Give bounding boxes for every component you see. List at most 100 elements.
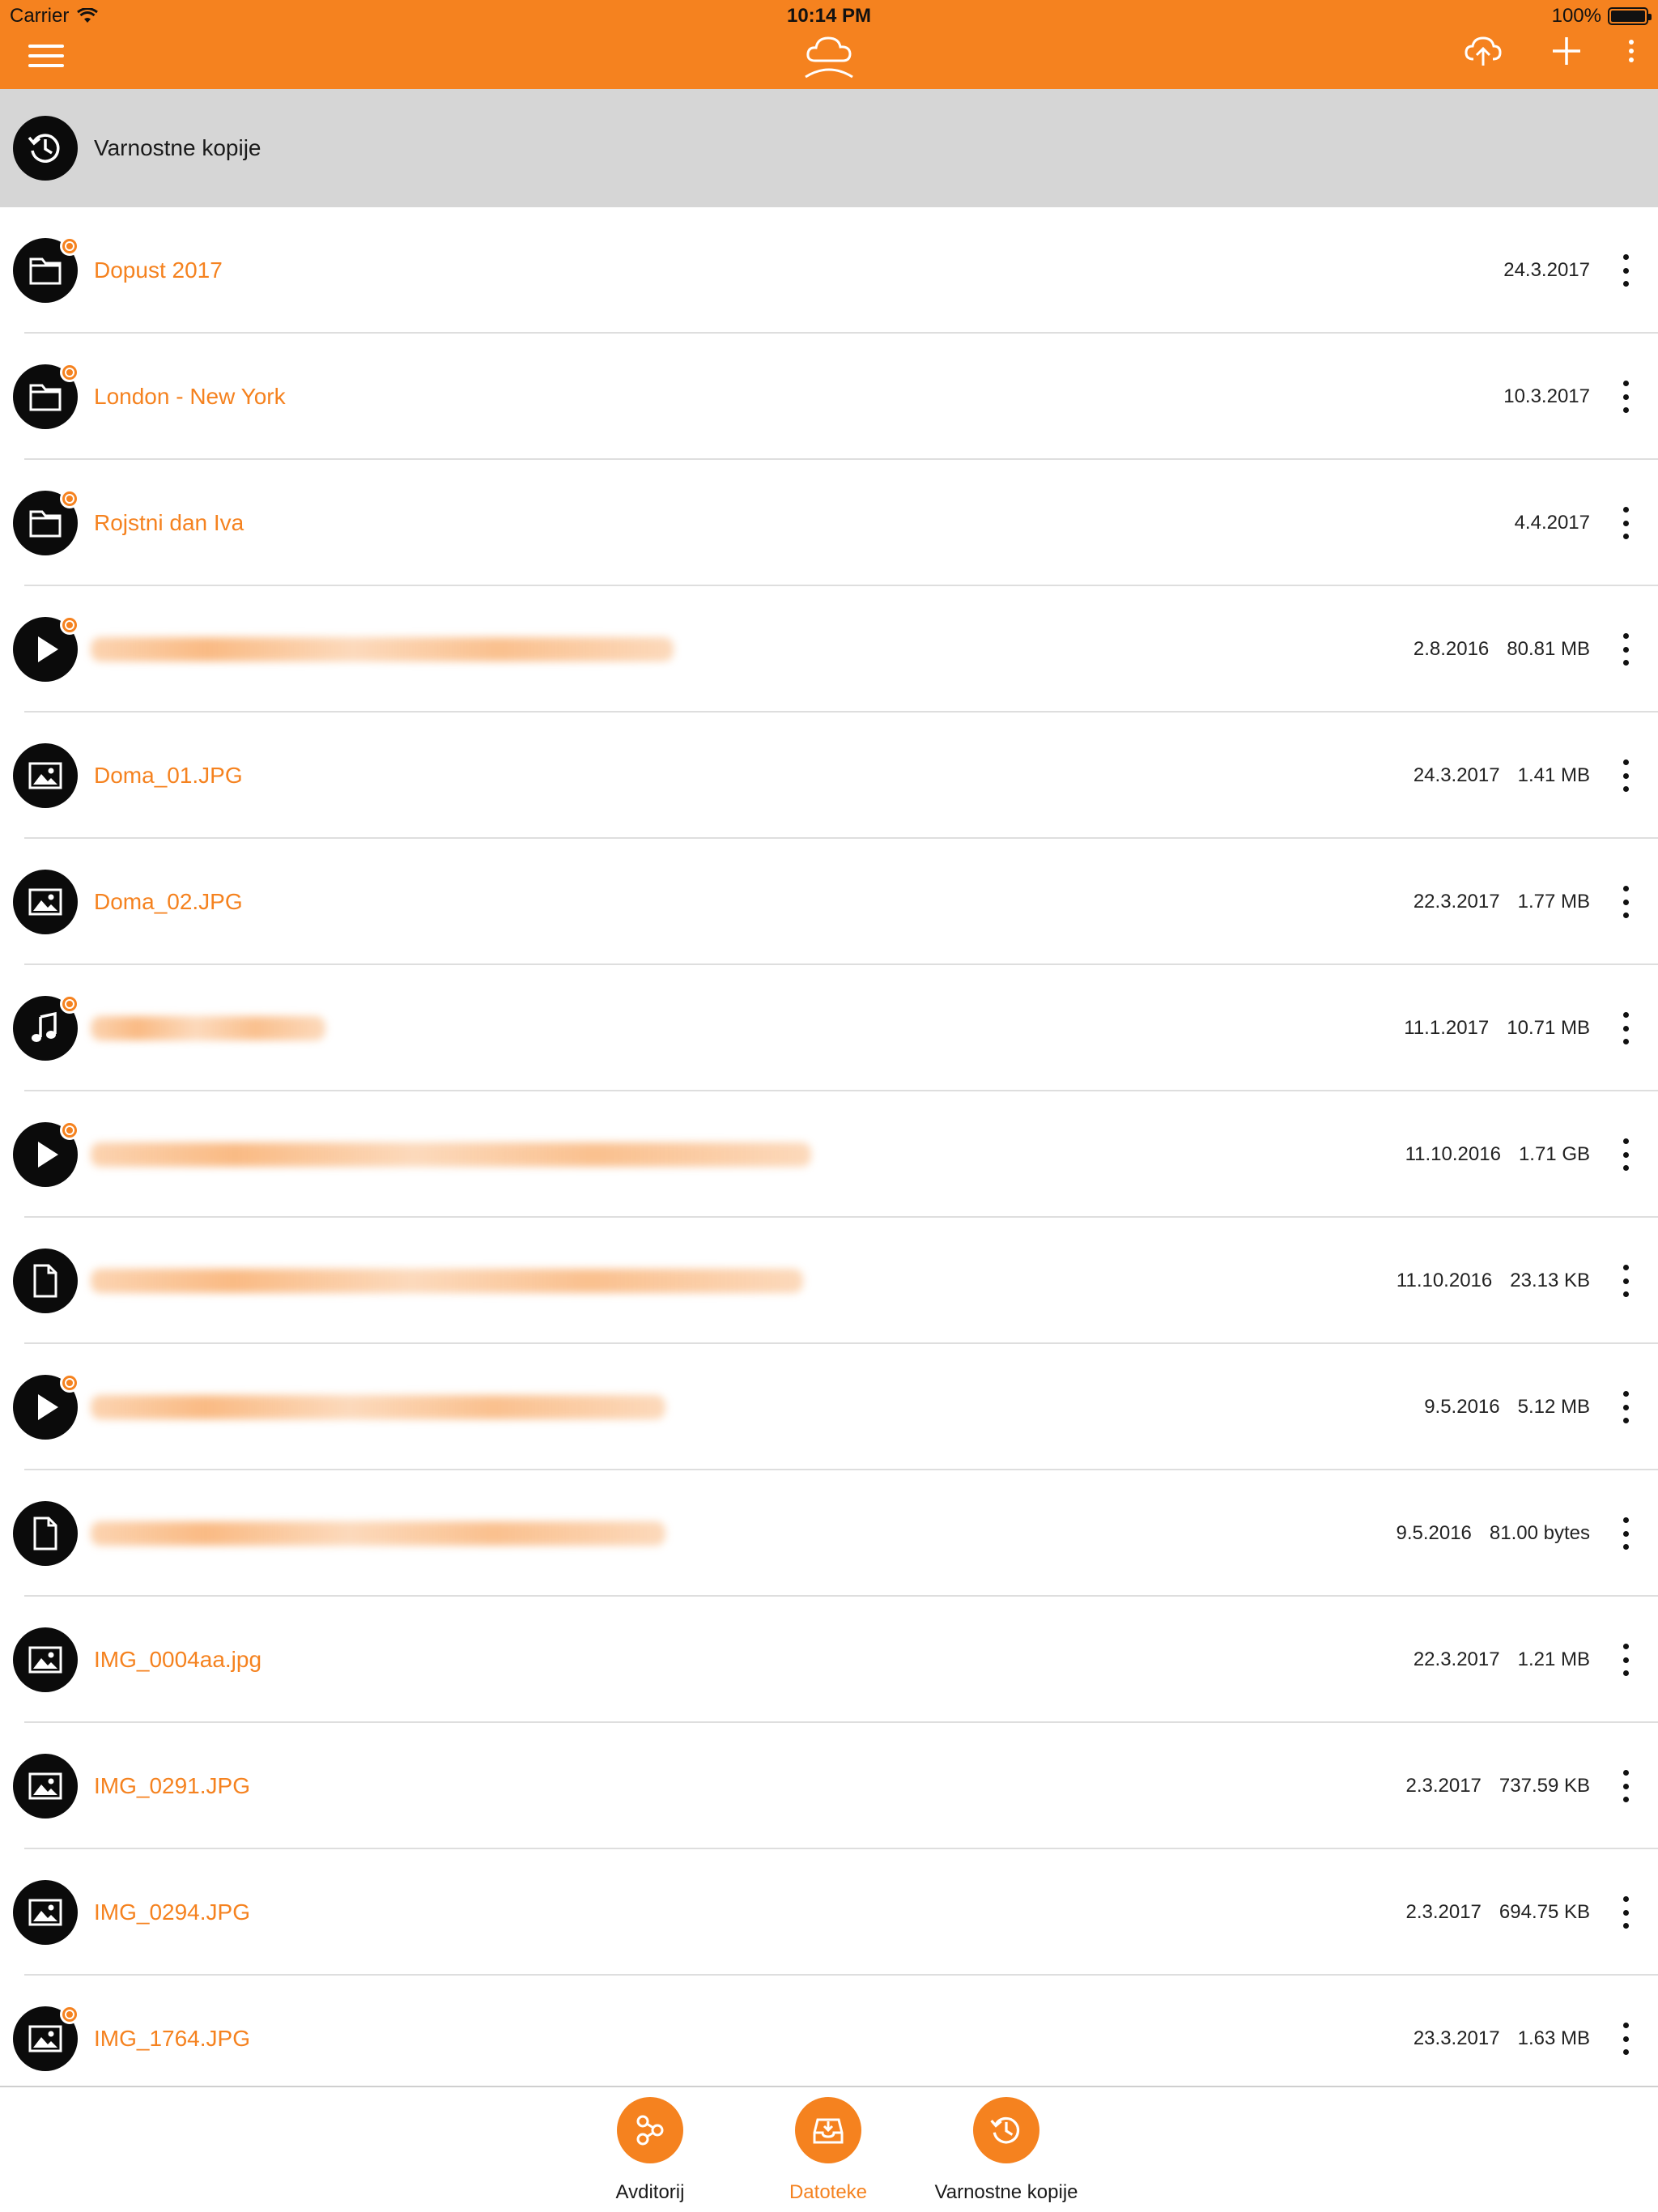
dot bbox=[1622, 2023, 1629, 2028]
dot bbox=[1622, 1418, 1629, 1423]
profile-cloud-button[interactable] bbox=[797, 31, 861, 81]
file-row[interactable]: IMG_0291.JPG 2.3.2017 737.59 KB bbox=[0, 1723, 1658, 1849]
file-more-options-icon[interactable] bbox=[1618, 1896, 1634, 1929]
dot bbox=[1622, 1909, 1629, 1916]
dot bbox=[1622, 507, 1629, 513]
file-more-options-icon[interactable] bbox=[1618, 1391, 1634, 1423]
file-type-icon-circle bbox=[13, 615, 79, 682]
file-more-options-icon[interactable] bbox=[1618, 254, 1634, 287]
music-note-icon bbox=[32, 1011, 57, 1042]
file-size: 1.21 MB bbox=[1517, 1648, 1590, 1670]
file-date: 22.3.2017 bbox=[1413, 891, 1500, 912]
file-row[interactable]: 11.10.2016 1.71 GB bbox=[0, 1091, 1658, 1218]
play-icon bbox=[38, 1142, 58, 1168]
dot bbox=[1622, 886, 1629, 891]
backups-section-header[interactable]: Varnostne kopije bbox=[0, 89, 1658, 207]
file-more-options-icon[interactable] bbox=[1618, 886, 1634, 918]
tab-datoteke[interactable]: Datoteke bbox=[731, 2097, 925, 2204]
history-icon bbox=[990, 2116, 1020, 2144]
file-row[interactable]: Rojstni dan Iva 4.4.2017 bbox=[0, 460, 1658, 586]
file-row[interactable]: 11.10.2016 23.13 KB bbox=[0, 1218, 1658, 1344]
dot bbox=[1622, 2035, 1629, 2042]
file-row[interactable]: Doma_02.JPG 22.3.2017 1.77 MB bbox=[0, 839, 1658, 965]
file-meta: 11.1.2017 10.71 MB bbox=[1404, 965, 1590, 1091]
image-icon bbox=[28, 888, 62, 916]
file-date: 11.1.2017 bbox=[1404, 1017, 1490, 1039]
file-size: 1.71 GB bbox=[1518, 1143, 1590, 1165]
file-row[interactable]: 9.5.2016 81.00 bytes bbox=[0, 1470, 1658, 1597]
file-more-options-icon[interactable] bbox=[1618, 1138, 1634, 1171]
file-type-icon-circle bbox=[13, 870, 78, 934]
file-type-icon-circle bbox=[13, 363, 79, 429]
tab-varnostne-kopije[interactable]: Varnostne kopije bbox=[909, 2097, 1103, 2204]
file-date: 22.3.2017 bbox=[1413, 1648, 1500, 1670]
hamburger-menu-icon bbox=[28, 45, 64, 67]
add-button[interactable] bbox=[1546, 31, 1587, 71]
image-icon bbox=[28, 1646, 62, 1674]
tab-avditorij[interactable]: Avditorij bbox=[553, 2097, 747, 2204]
file-date: 11.10.2016 bbox=[1396, 1270, 1493, 1291]
dot bbox=[1622, 520, 1629, 526]
file-more-options-icon[interactable] bbox=[1618, 381, 1634, 413]
file-row[interactable]: IMG_0294.JPG 2.3.2017 694.75 KB bbox=[0, 1849, 1658, 1976]
file-type-icon-circle bbox=[13, 1627, 78, 1692]
file-more-options-icon[interactable] bbox=[1618, 1012, 1634, 1044]
image-icon bbox=[28, 1899, 62, 1926]
bottom-tab-bar: Avditorij Datoteke Varnostne kopije bbox=[0, 2086, 1658, 2212]
file-name: Doma_02.JPG bbox=[94, 889, 243, 914]
file-row[interactable]: 9.5.2016 5.12 MB bbox=[0, 1344, 1658, 1470]
file-more-options-icon[interactable] bbox=[1618, 507, 1634, 539]
dot bbox=[1622, 899, 1629, 905]
dot bbox=[1622, 534, 1629, 539]
dot bbox=[1622, 1039, 1629, 1044]
tab-varnostne-kopije-icon-circle bbox=[973, 2097, 1039, 2163]
file-row[interactable]: Doma_01.JPG 24.3.2017 1.41 MB bbox=[0, 713, 1658, 839]
dot bbox=[1622, 1138, 1629, 1144]
file-date: 24.3.2017 bbox=[1503, 259, 1590, 281]
file-type-icon-circle bbox=[13, 1880, 78, 1945]
shared-badge-icon bbox=[60, 994, 79, 1014]
dot bbox=[1622, 912, 1629, 918]
dot bbox=[1622, 267, 1629, 274]
file-date: 2.3.2017 bbox=[1405, 1775, 1482, 1797]
file-more-options-icon[interactable] bbox=[1618, 759, 1634, 792]
dot bbox=[1622, 759, 1629, 765]
battery-indicator: 100% bbox=[1552, 5, 1652, 28]
file-more-options-icon[interactable] bbox=[1618, 1644, 1634, 1676]
file-name: IMG_0004aa.jpg bbox=[94, 1647, 262, 1672]
file-row[interactable]: IMG_1764.JPG 23.3.2017 1.63 MB bbox=[0, 1976, 1658, 2102]
folder-icon bbox=[29, 257, 62, 285]
file-more-options-icon[interactable] bbox=[1618, 1265, 1634, 1297]
shared-badge-icon bbox=[60, 2005, 79, 2024]
file-more-options-icon[interactable] bbox=[1618, 1517, 1634, 1550]
file-type-icon-circle bbox=[13, 2005, 79, 2071]
dot bbox=[1622, 1544, 1629, 1550]
file-meta: 9.5.2016 5.12 MB bbox=[1424, 1344, 1590, 1470]
tab-avditorij-icon-circle bbox=[617, 2097, 683, 2163]
file-row[interactable]: 11.1.2017 10.71 MB bbox=[0, 965, 1658, 1091]
file-more-options-icon[interactable] bbox=[1618, 1770, 1634, 1802]
file-row[interactable]: London - New York 10.3.2017 bbox=[0, 334, 1658, 460]
battery-icon bbox=[1608, 7, 1652, 25]
file-name: Doma_01.JPG bbox=[94, 763, 243, 788]
file-name: Rojstni dan Iva bbox=[94, 510, 244, 535]
dot bbox=[1622, 381, 1629, 386]
dot bbox=[1622, 1657, 1629, 1663]
file-more-options-icon[interactable] bbox=[1618, 633, 1634, 666]
file-row[interactable]: 2.8.2016 80.81 MB bbox=[0, 586, 1658, 713]
dot bbox=[1622, 786, 1629, 792]
upload-button[interactable] bbox=[1457, 31, 1509, 71]
blurred-file-name bbox=[91, 1395, 665, 1419]
file-size: 1.77 MB bbox=[1517, 891, 1590, 912]
file-more-options-icon[interactable] bbox=[1618, 2023, 1634, 2055]
menu-button[interactable] bbox=[18, 36, 74, 76]
more-options-button[interactable] bbox=[1619, 32, 1643, 70]
file-meta: 2.8.2016 80.81 MB bbox=[1414, 586, 1590, 713]
document-icon bbox=[33, 1516, 57, 1551]
dot bbox=[1622, 393, 1629, 400]
tab-datoteke-label: Datoteke bbox=[789, 2181, 868, 2203]
dot bbox=[1622, 1530, 1629, 1537]
dot bbox=[1622, 1670, 1629, 1676]
file-row[interactable]: IMG_0004aa.jpg 22.3.2017 1.21 MB bbox=[0, 1597, 1658, 1723]
file-row[interactable]: Dopust 2017 24.3.2017 bbox=[0, 207, 1658, 334]
